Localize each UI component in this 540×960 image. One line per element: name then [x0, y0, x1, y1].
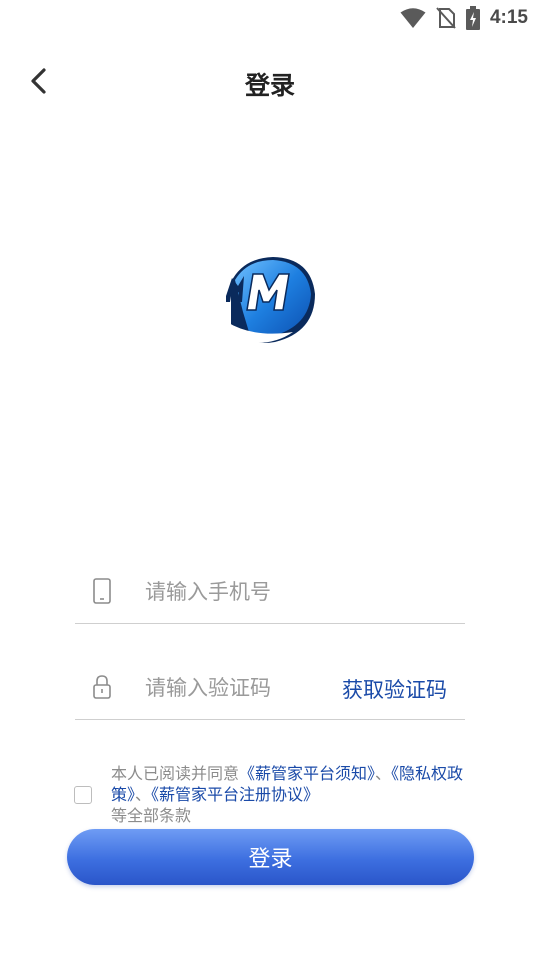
agreement-prefix: 本人已阅读并同意 — [111, 764, 240, 783]
agreement-separator: 、 — [135, 785, 152, 804]
nav-bar: 登录 — [0, 56, 540, 106]
app-logo — [226, 257, 315, 343]
wifi-icon — [400, 8, 426, 28]
agreement-suffix: 等全部条款 — [111, 806, 192, 825]
code-field: 获取验证码 — [75, 662, 465, 720]
registration-agreement-link[interactable]: 《薪管家平台注册协议》 — [151, 785, 319, 804]
status-time: 4:15 — [489, 7, 528, 28]
phone-icon — [93, 578, 111, 604]
battery-charging-icon — [465, 6, 480, 30]
status-bar: 4:15 — [0, 0, 540, 36]
lock-icon — [93, 675, 111, 699]
get-code-button[interactable]: 获取验证码 — [342, 674, 447, 704]
page-title: 登录 — [244, 71, 295, 100]
no-sim-icon — [436, 7, 456, 29]
agreement-separator: 、 — [375, 764, 392, 783]
agreement-text: 本人已阅读并同意《薪管家平台须知》、《隐私权政策》、《薪管家平台注册协议》 等全部… — [111, 763, 471, 826]
agree-checkbox[interactable] — [74, 786, 92, 804]
phone-field — [75, 566, 465, 624]
login-button[interactable]: 登录 — [67, 829, 474, 885]
code-input[interactable] — [145, 670, 325, 706]
notice-link[interactable]: 《薪管家平台须知》 — [239, 764, 375, 783]
status-icons: 4:15 — [400, 6, 528, 30]
phone-input[interactable] — [145, 574, 455, 610]
